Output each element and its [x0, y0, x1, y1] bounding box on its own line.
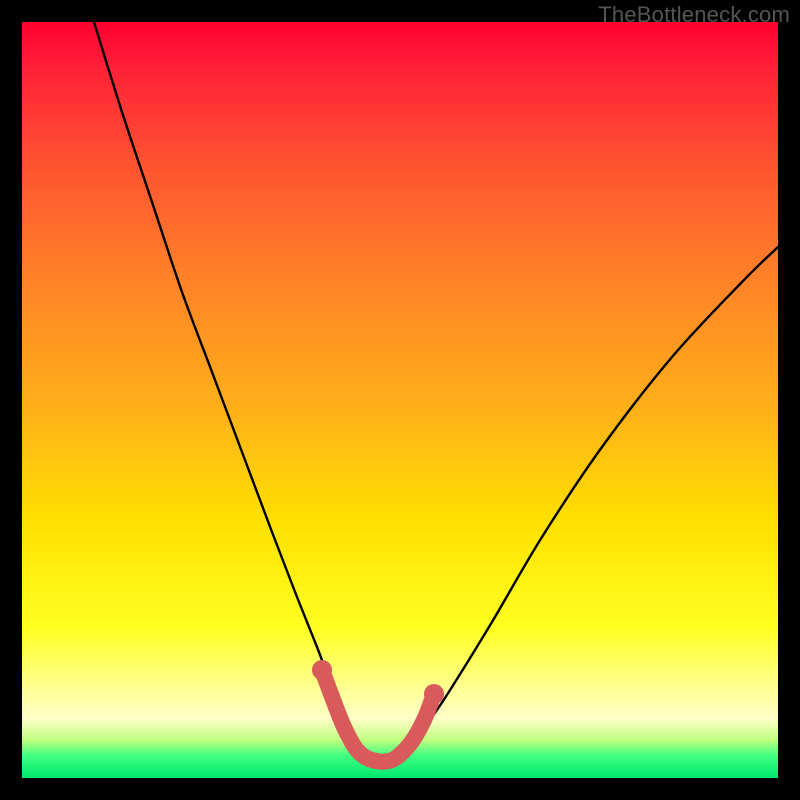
bottleneck-curve: [94, 22, 778, 759]
curve-layer: [22, 22, 778, 778]
plot-area: [22, 22, 778, 778]
trough-end-dot: [312, 660, 332, 680]
trough-end-dot: [424, 684, 444, 704]
trough-highlight: [322, 670, 434, 762]
chart-frame: TheBottleneck.com: [0, 0, 800, 800]
